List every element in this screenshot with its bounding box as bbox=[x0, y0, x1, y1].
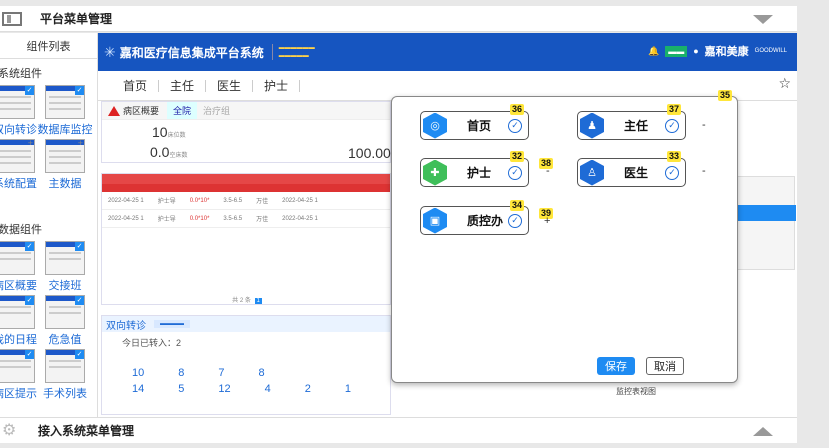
stat-empty-unit: 空床数 bbox=[169, 153, 188, 159]
thumbnail: ✓ bbox=[0, 295, 35, 329]
card-label: 护士 bbox=[467, 166, 492, 180]
today-in: 今日已转入：2 bbox=[122, 338, 182, 348]
widget-title: 病区概要 bbox=[123, 106, 160, 116]
badge-34: 34 bbox=[510, 200, 525, 211]
card-label: 主任 bbox=[624, 119, 649, 133]
gear-icon: ⚙ bbox=[2, 421, 17, 439]
logo-icon: ✳ bbox=[104, 43, 116, 60]
page-number[interactable]: 1 bbox=[254, 298, 262, 304]
badge-35: 35 bbox=[718, 90, 733, 101]
tile-ward-summary[interactable]: ✓病区概要 bbox=[0, 241, 38, 293]
card-nurse[interactable]: ✚ 护士 ✓ bbox=[420, 158, 529, 187]
tile-handover[interactable]: ✓ 交接班 bbox=[42, 241, 88, 293]
check-icon[interactable]: ✓ bbox=[665, 165, 679, 180]
widget-title: 双向转诊 bbox=[106, 320, 146, 332]
monitor-label: 监控表视图 bbox=[616, 387, 656, 396]
section-data-components: 数据组件 bbox=[0, 224, 42, 236]
table-row[interactable]: 2022-04-25 1 护士导 0.0*10* 3.5-6.5 万佳 2022-04-2… bbox=[102, 192, 390, 210]
badge-37: 37 bbox=[667, 104, 682, 115]
menu-icon bbox=[2, 11, 22, 26]
stat-100: 100.00 bbox=[348, 145, 391, 161]
warning-icon bbox=[108, 105, 120, 116]
side-widget bbox=[734, 176, 796, 270]
dash: - bbox=[702, 119, 706, 131]
page-title: 平台菜单管理 bbox=[40, 12, 113, 26]
thumbnail: + bbox=[45, 139, 85, 173]
tab-nurse[interactable]: 护士 bbox=[253, 79, 301, 92]
card-label: 质控办 bbox=[467, 214, 504, 228]
badge-32: 32 bbox=[510, 151, 525, 162]
chevron-down-icon[interactable] bbox=[753, 15, 773, 24]
tile-my-schedule[interactable]: ✓我的日程 bbox=[0, 295, 38, 347]
critical-table-widget: 2022-04-25 1 护士导 0.0*10* 3.5-6.5 万佳 2022-04-2… bbox=[101, 173, 391, 305]
chevron-up-icon[interactable] bbox=[753, 427, 773, 436]
component-list-panel: 组件列表 系统组件 ✓双向转诊 ✓数据库监控 +系统配置 +主数据 数据组件 ✓… bbox=[0, 33, 98, 417]
nurse-icon: ✚ bbox=[423, 159, 447, 186]
status-badge: ▬▬ bbox=[665, 45, 688, 57]
brand-name: 嘉和美康 bbox=[704, 46, 749, 58]
preview-banner: ✳ 嘉和医疗信息集成平台系统 ▬▬▬▬▬▬ ▬▬▬▬▬ 🔔 ▬▬ ● 嘉和美康 G… bbox=[98, 33, 797, 71]
thumbnail: ✓ bbox=[0, 241, 35, 275]
bell-icon[interactable]: 🔔 bbox=[648, 46, 659, 57]
tile-surgery-list[interactable]: ✓ 手术列表 bbox=[42, 349, 88, 401]
tile-critical-value[interactable]: ✓ 危急值 bbox=[42, 295, 88, 347]
stat-beds-unit: 床位数 bbox=[167, 133, 186, 139]
external-menu-header[interactable]: ⚙ 接入系统菜单管理 bbox=[0, 417, 797, 443]
tile-ward-tips[interactable]: ✓病区提示 bbox=[0, 349, 38, 401]
card-home[interactable]: ◎ 首页 ✓ bbox=[420, 111, 529, 140]
thumbnail: ✓ bbox=[45, 349, 85, 383]
thumbnail: ✓ bbox=[45, 241, 85, 275]
platform-menu-header[interactable]: 平台菜单管理 bbox=[0, 6, 797, 32]
tile-system-config[interactable]: +系统配置 bbox=[0, 139, 38, 191]
tab-team[interactable]: 治疗组 bbox=[203, 104, 230, 117]
section-system-components: 系统组件 bbox=[0, 68, 42, 80]
card-label: 首页 bbox=[467, 119, 492, 133]
card-label: 医生 bbox=[624, 166, 649, 180]
star-icon[interactable]: ☆ bbox=[778, 75, 791, 92]
thumbnail: ✓ bbox=[0, 85, 35, 119]
banner-subtitle: ▬▬▬▬▬▬ ▬▬▬▬▬ bbox=[271, 44, 315, 60]
cancel-button[interactable]: 取消 bbox=[646, 357, 684, 375]
badge-36: 36 bbox=[510, 104, 525, 115]
badge-33: 33 bbox=[667, 151, 682, 162]
tab-doctor[interactable]: 医生 bbox=[206, 79, 254, 92]
table-row[interactable]: 2022-04-25 1 护士导 0.0*10* 3.5-6.5 万佳 2022-04-2… bbox=[102, 210, 390, 228]
check-icon[interactable]: ✓ bbox=[508, 165, 522, 180]
brand-sub: GOODWILL bbox=[754, 48, 787, 54]
card-director[interactable]: ♟ 主任 ✓ bbox=[577, 111, 686, 140]
referral-widget: 双向转诊 ▬▬▬▬ 今日已转入：2 10 8 7 8 14 5 12 4 2 1 bbox=[101, 315, 391, 415]
stat-beds: 10 bbox=[152, 124, 168, 140]
check-icon[interactable]: ✓ bbox=[508, 118, 522, 133]
check-icon[interactable]: ✓ bbox=[508, 213, 522, 228]
tab-all[interactable]: 全院 bbox=[167, 102, 198, 119]
stat-empty: 0.0 bbox=[150, 144, 170, 160]
menu-config-dialog: ◎ 首页 ✓ 36 ♟ 主任 ✓ 37 35 - ✚ 护士 ✓ 32 38 - … bbox=[391, 90, 738, 383]
tab-director[interactable]: 主任 bbox=[159, 79, 207, 92]
tile-referral[interactable]: ✓双向转诊 bbox=[0, 85, 38, 137]
director-icon: ♟ bbox=[580, 112, 604, 139]
tile-master-data[interactable]: + 主数据 bbox=[42, 139, 88, 191]
tile-db-monitor[interactable]: ✓ 数据库监控 bbox=[38, 85, 93, 137]
dash: - bbox=[546, 165, 550, 177]
dash: - bbox=[702, 165, 706, 177]
dashboard-icon: ◎ bbox=[423, 112, 447, 139]
footer-title: 接入系统菜单管理 bbox=[38, 424, 135, 438]
thumbnail: ✓ bbox=[0, 349, 35, 383]
thumbnail: + bbox=[0, 139, 35, 173]
banner-title: 嘉和医疗信息集成平台系统 bbox=[119, 45, 264, 60]
card-doctor[interactable]: ♙ 医生 ✓ bbox=[577, 158, 686, 187]
component-list-title: 组件列表 bbox=[0, 33, 97, 59]
tab-home[interactable]: 首页 bbox=[112, 79, 160, 92]
plus-icon[interactable]: + bbox=[544, 215, 550, 227]
doctor-icon: ♙ bbox=[580, 159, 604, 186]
thumbnail: ✓ bbox=[45, 295, 85, 329]
thumbnail: ✓ bbox=[45, 85, 85, 119]
save-button[interactable]: 保存 bbox=[597, 357, 635, 375]
avatar[interactable]: ● bbox=[693, 46, 698, 56]
check-icon[interactable]: ✓ bbox=[665, 118, 679, 133]
pill: ▬▬▬▬ bbox=[154, 320, 190, 328]
pager: 共 2 条 1 bbox=[232, 298, 262, 304]
quality-control-icon: ▣ bbox=[423, 207, 447, 234]
